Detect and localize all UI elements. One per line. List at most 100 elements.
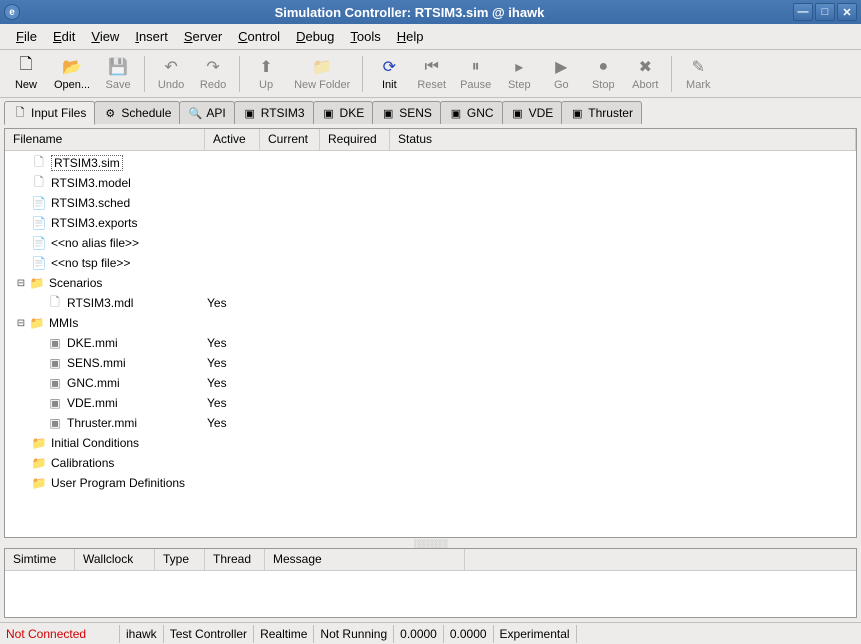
tree-row[interactable]: ⊟📁Scenarios [7, 273, 854, 293]
file-icon: ▣ [47, 415, 63, 431]
tab-api[interactable]: 🔍API [179, 101, 234, 124]
menu-tools[interactable]: Tools [342, 26, 388, 47]
tree-row[interactable]: ▣DKE.mmiYes [7, 333, 854, 353]
file-icon: ▣ [47, 335, 63, 351]
toolbar-label: Undo [158, 79, 184, 91]
tree-header-active[interactable]: Active [205, 129, 260, 150]
up-icon: ⬆ [256, 57, 276, 77]
tree-row[interactable]: 📄RTSIM3.sched [7, 193, 854, 213]
tree-expander-icon[interactable]: ⊟ [15, 277, 27, 289]
minimize-button[interactable]: — [793, 3, 813, 21]
tree-row[interactable]: ▣Thruster.mmiYes [7, 413, 854, 433]
status-connection: Not Connected [0, 625, 120, 643]
toolbar-label: Reset [417, 79, 446, 91]
tree-row[interactable]: 📁Initial Conditions [7, 433, 854, 453]
tab-icon: ▣ [243, 106, 257, 120]
toolbar-init-button[interactable]: ⟳ Init [369, 52, 409, 96]
menu-help[interactable]: Help [389, 26, 432, 47]
tab-sens[interactable]: ▣SENS [372, 101, 441, 124]
window-titlebar: e Simulation Controller: RTSIM3.sim @ ih… [0, 0, 861, 24]
menu-insert[interactable]: Insert [127, 26, 176, 47]
tab-thruster[interactable]: ▣Thruster [561, 101, 642, 124]
toolbar-go-button: ▶Go [541, 52, 581, 96]
tree-item-label: User Program Definitions [51, 476, 185, 490]
tree-item-label: <<no alias file>> [51, 236, 139, 250]
log-header-wallclock[interactable]: Wallclock [75, 549, 155, 570]
menu-file[interactable]: File [8, 26, 45, 47]
close-button[interactable]: ✕ [837, 3, 857, 21]
tree-item-label: DKE.mmi [67, 336, 118, 350]
tree-expander-icon[interactable]: ⊟ [15, 317, 27, 329]
tree-row[interactable]: 📄<<no alias file>> [7, 233, 854, 253]
tree-row[interactable]: 🗋RTSIM3.mdlYes [7, 293, 854, 313]
stop-icon: ● [593, 57, 613, 77]
toolbar-up-button: ⬆ Up [246, 52, 286, 96]
tab-input-files[interactable]: 🗋Input Files [4, 101, 95, 125]
status-running: Not Running [314, 625, 394, 643]
toolbar-open--button[interactable]: 📂Open... [48, 52, 96, 96]
tree-item-label: RTSIM3.mdl [67, 296, 133, 310]
tab-vde[interactable]: ▣VDE [502, 101, 563, 124]
abort-icon: ✖ [635, 57, 655, 77]
toolbar-label: Init [382, 79, 397, 91]
undo-icon: ↶ [161, 57, 181, 77]
status-time1: 0.0000 [394, 625, 444, 643]
tree-row[interactable]: ⊟📁MMIs [7, 313, 854, 333]
log-header-simtime[interactable]: Simtime [5, 549, 75, 570]
toolbar-label: Up [259, 79, 273, 91]
tab-icon: ⚙ [103, 106, 117, 120]
tree-row[interactable]: 📁Calibrations [7, 453, 854, 473]
tree-item-label: GNC.mmi [67, 376, 120, 390]
tree-header-status[interactable]: Status [390, 129, 856, 150]
status-mode: Realtime [254, 625, 314, 643]
tab-rtsim3[interactable]: ▣RTSIM3 [234, 101, 314, 124]
log-header-message[interactable]: Message [265, 549, 465, 570]
tree-row[interactable]: 🗋RTSIM3.model [7, 173, 854, 193]
log-header: SimtimeWallclockTypeThreadMessage [5, 549, 856, 571]
menu-view[interactable]: View [83, 26, 127, 47]
splitter[interactable]: ░░░░░░ [4, 538, 857, 548]
menu-control[interactable]: Control [230, 26, 288, 47]
tree-row[interactable]: 📄RTSIM3.exports [7, 213, 854, 233]
tree-row[interactable]: ▣GNC.mmiYes [7, 373, 854, 393]
tab-label: GNC [467, 106, 494, 120]
tree-body[interactable]: 🗋RTSIM3.sim🗋RTSIM3.model📄RTSIM3.sched📄RT… [5, 151, 856, 537]
log-body[interactable] [5, 571, 856, 617]
tree-header-filename[interactable]: Filename [5, 129, 205, 150]
menu-debug[interactable]: Debug [288, 26, 342, 47]
file-icon: 📄 [31, 195, 47, 211]
toolbar-separator [239, 56, 240, 92]
tree-row[interactable]: ▣SENS.mmiYes [7, 353, 854, 373]
tree-item-label: RTSIM3.sim [51, 155, 123, 171]
tab-gnc[interactable]: ▣GNC [440, 101, 503, 124]
tree-item-label: SENS.mmi [67, 356, 126, 370]
tab-schedule[interactable]: ⚙Schedule [94, 101, 180, 124]
tree-active-cell: Yes [207, 376, 262, 390]
log-header-thread[interactable]: Thread [205, 549, 265, 570]
init-icon: ⟳ [379, 57, 399, 77]
tree-header-current[interactable]: Current [260, 129, 320, 150]
log-header-type[interactable]: Type [155, 549, 205, 570]
menu-edit[interactable]: Edit [45, 26, 83, 47]
toolbar-label: Pause [460, 79, 491, 91]
tree-header: FilenameActiveCurrentRequiredStatus [5, 129, 856, 151]
file-icon: ▣ [47, 395, 63, 411]
file-icon: 🗋 [47, 295, 63, 311]
tree-item-label: Scenarios [49, 276, 102, 290]
tree-row[interactable]: ▣VDE.mmiYes [7, 393, 854, 413]
tab-icon: ▣ [570, 106, 584, 120]
tree-row[interactable]: 🗋RTSIM3.sim [7, 153, 854, 173]
tab-icon: 🔍 [188, 106, 202, 120]
tree-header-required[interactable]: Required [320, 129, 390, 150]
toolbar-label: Stop [592, 79, 615, 91]
toolbar-new-button[interactable]: 🗋New [6, 52, 46, 96]
tree-row[interactable]: 📄<<no tsp file>> [7, 253, 854, 273]
toolbar-separator [362, 56, 363, 92]
tree-row[interactable]: 📁User Program Definitions [7, 473, 854, 493]
file-tree-panel: FilenameActiveCurrentRequiredStatus 🗋RTS… [4, 128, 857, 538]
tab-dke[interactable]: ▣DKE [313, 101, 374, 124]
maximize-button[interactable]: □ [815, 3, 835, 21]
tree-item-label: RTSIM3.exports [51, 216, 137, 230]
menu-server[interactable]: Server [176, 26, 230, 47]
go-icon: ▶ [551, 57, 571, 77]
